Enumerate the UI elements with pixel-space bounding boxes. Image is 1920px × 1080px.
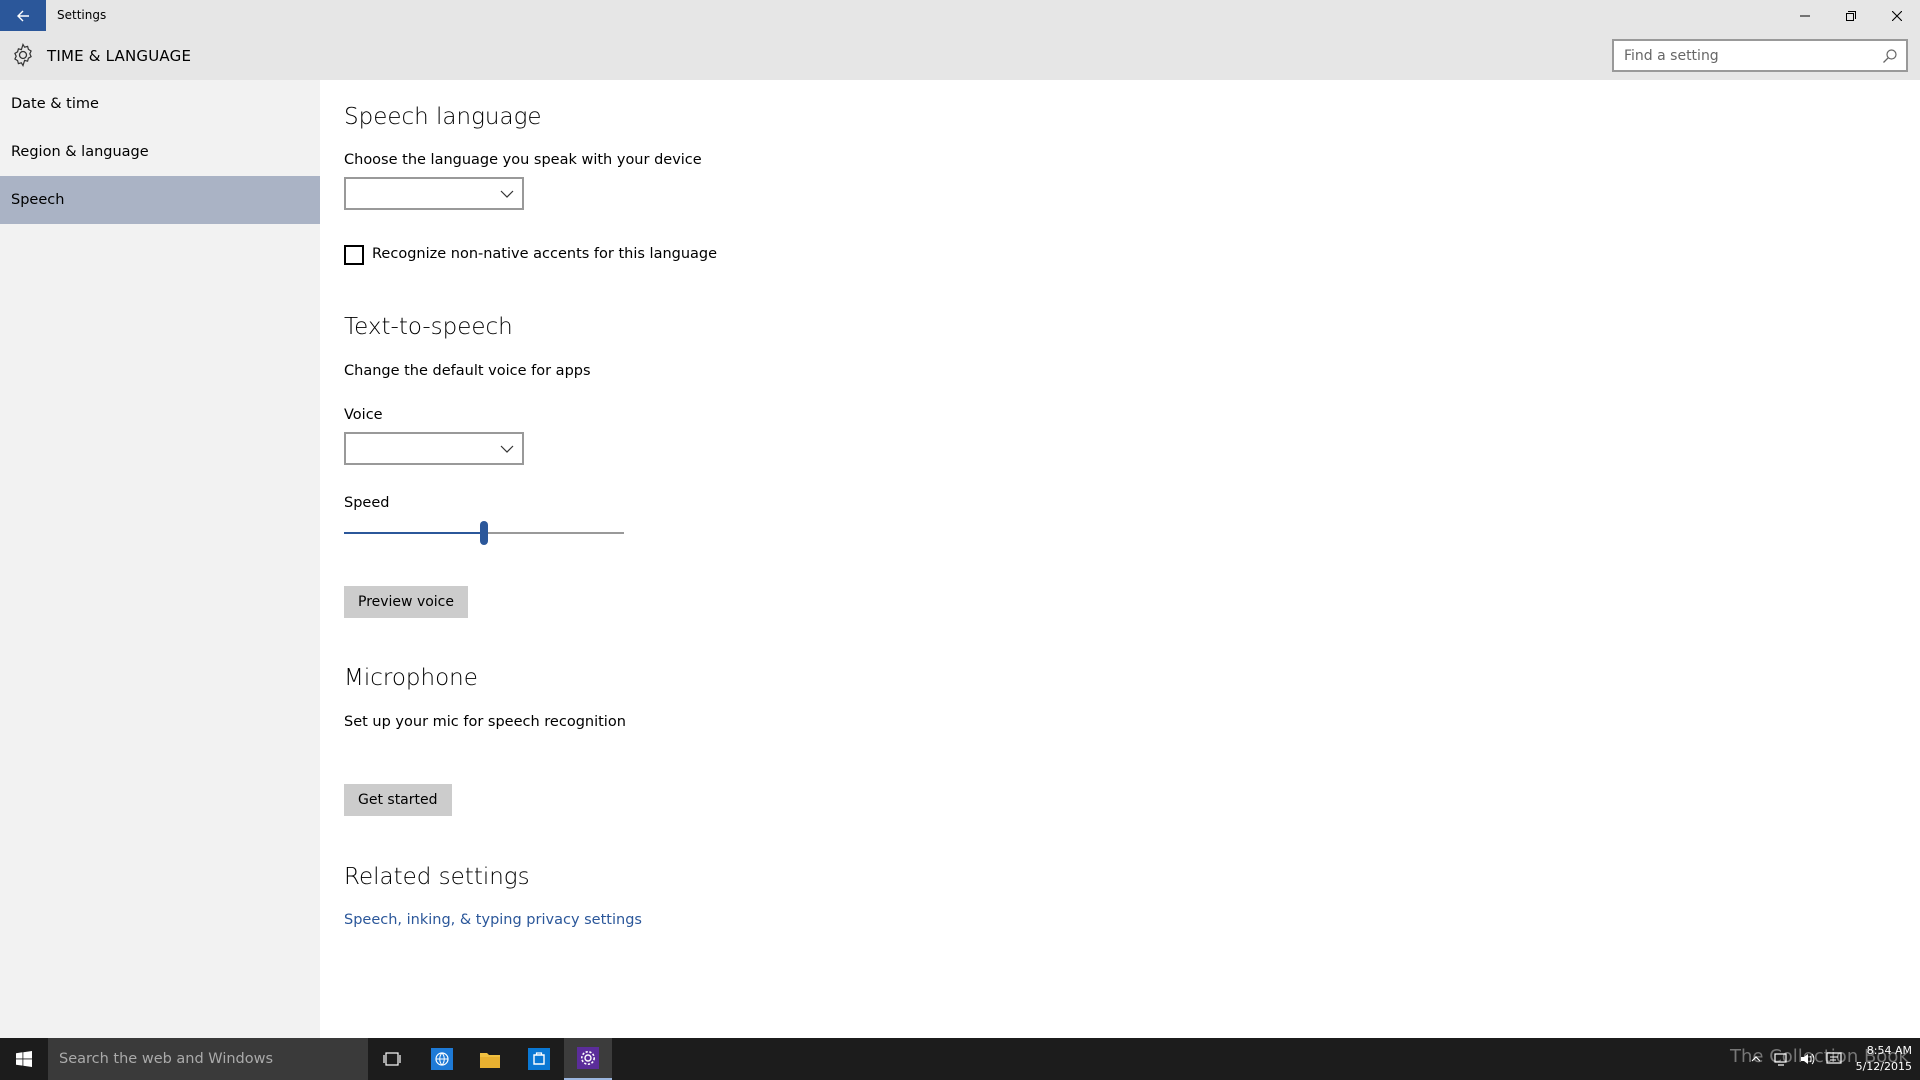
speech-language-dropdown[interactable]: [344, 177, 524, 210]
window-title: Settings: [57, 8, 107, 22]
voice-label: Voice: [344, 407, 383, 423]
speed-label: Speed: [344, 495, 390, 511]
taskbar-store[interactable]: [515, 1038, 563, 1080]
restore-button[interactable]: [1828, 0, 1874, 31]
taskbar: Search the web and Windows The Collectio…: [0, 1038, 1920, 1080]
related-settings-heading: Related settings: [344, 864, 530, 890]
voice-dropdown[interactable]: [344, 432, 524, 465]
chevron-down-icon: [500, 445, 514, 453]
sidebar-item-speech[interactable]: Speech: [0, 176, 320, 224]
restore-icon: [1846, 10, 1856, 21]
gear-icon: [14, 43, 32, 67]
settings-gear-icon: [577, 1047, 599, 1069]
taskbar-browser[interactable]: [418, 1038, 466, 1080]
task-view-button[interactable]: [368, 1038, 416, 1080]
clock-date[interactable]: 5/12/2015: [1852, 1060, 1912, 1073]
task-view-icon: [383, 1052, 401, 1066]
volume-icon: [1801, 1053, 1815, 1065]
taskbar-settings[interactable]: [564, 1038, 612, 1080]
volume-button[interactable]: [1796, 1038, 1820, 1080]
page-category-title: TIME & LANGUAGE: [47, 47, 192, 65]
privacy-settings-link[interactable]: Speech, inking, & typing privacy setting…: [344, 912, 642, 928]
speed-slider-fill: [344, 532, 484, 534]
chevron-down-icon: [500, 190, 514, 198]
globe-icon: [431, 1048, 453, 1070]
search-input[interactable]: [1614, 41, 1864, 70]
speech-language-heading: Speech language: [344, 104, 542, 130]
clock-time[interactable]: 8:54 AM: [1852, 1044, 1912, 1057]
taskbar-file-explorer[interactable]: [466, 1038, 514, 1080]
network-icon: [1774, 1053, 1787, 1066]
network-button[interactable]: [1770, 1038, 1794, 1080]
start-button[interactable]: [0, 1038, 48, 1080]
minimize-icon: [1800, 15, 1810, 16]
minimize-button[interactable]: [1782, 0, 1828, 31]
preview-voice-button[interactable]: Preview voice: [344, 586, 468, 618]
search-icon[interactable]: [1882, 48, 1898, 64]
sidebar-item-label: Region & language: [11, 144, 149, 160]
tts-heading: Text-to-speech: [344, 314, 513, 340]
sidebar-item-region-language[interactable]: Region & language: [0, 128, 320, 176]
microphone-heading: Microphone: [344, 665, 478, 691]
sidebar-item-label: Speech: [11, 192, 65, 208]
windows-logo-icon: [16, 1051, 32, 1067]
find-setting-search[interactable]: [1612, 39, 1908, 72]
non-native-accents-label: Recognize non-native accents for this la…: [372, 246, 718, 262]
speech-language-description: Choose the language you speak with your …: [344, 152, 702, 168]
close-button[interactable]: [1874, 0, 1920, 31]
notification-icon: [1826, 1052, 1842, 1064]
title-bar: Settings: [0, 0, 1920, 31]
non-native-accents-checkbox[interactable]: [344, 245, 364, 265]
taskbar-search-box[interactable]: Search the web and Windows: [48, 1038, 368, 1080]
show-hidden-icons-button[interactable]: [1744, 1038, 1768, 1080]
sidebar-nav: Date & time Region & language Speech: [0, 80, 320, 1038]
back-button[interactable]: [0, 0, 46, 31]
back-arrow-icon: [17, 10, 29, 21]
chevron-up-icon: [1751, 1056, 1761, 1062]
action-center-button[interactable]: [1822, 1038, 1846, 1080]
sidebar-item-label: Date & time: [11, 96, 99, 112]
sidebar-item-date-time[interactable]: Date & time: [0, 80, 320, 128]
get-started-button[interactable]: Get started: [344, 784, 452, 816]
store-icon: [528, 1048, 550, 1070]
folder-icon: [480, 1053, 500, 1068]
close-icon: [1892, 10, 1902, 21]
speed-slider-thumb[interactable]: [480, 521, 488, 545]
taskbar-search-text: Search the web and Windows: [59, 1051, 274, 1067]
tts-description: Change the default voice for apps: [344, 363, 591, 379]
main-content: Speech language Choose the language you …: [320, 80, 1920, 1038]
speed-slider[interactable]: [344, 521, 624, 545]
microphone-description: Set up your mic for speech recognition: [344, 714, 626, 730]
settings-header: TIME & LANGUAGE: [0, 31, 1920, 80]
